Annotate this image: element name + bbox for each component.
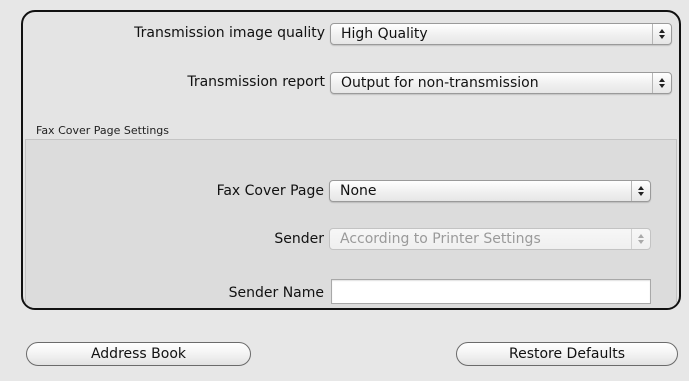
sender-popup: According to Printer Settings <box>329 228 651 250</box>
sender-label: Sender <box>274 231 324 247</box>
transmission-quality-value: High Quality <box>341 26 428 42</box>
fax-settings-panel: Transmission image quality High Quality … <box>21 10 681 310</box>
fax-cover-group-box: Fax Cover Page None Sender According to … <box>25 139 677 308</box>
fax-cover-page-value: None <box>340 183 377 199</box>
restore-defaults-button[interactable]: Restore Defaults <box>456 342 678 366</box>
sender-name-label: Sender Name <box>228 285 324 301</box>
fax-cover-page-popup[interactable]: None <box>329 180 651 202</box>
transmission-quality-popup[interactable]: High Quality <box>330 23 672 45</box>
sender-value: According to Printer Settings <box>340 231 541 247</box>
sender-name-field[interactable] <box>331 279 651 304</box>
transmission-report-label: Transmission report <box>187 74 325 90</box>
transmission-report-popup[interactable]: Output for non-transmission <box>330 72 672 94</box>
address-book-button[interactable]: Address Book <box>26 342 251 366</box>
popup-arrows-icon <box>631 229 650 249</box>
popup-arrows-icon <box>652 24 671 44</box>
fax-cover-page-label: Fax Cover Page <box>216 183 324 199</box>
transmission-report-value: Output for non-transmission <box>341 75 539 91</box>
transmission-quality-label: Transmission image quality <box>134 25 325 41</box>
popup-arrows-icon <box>631 181 650 201</box>
popup-arrows-icon <box>652 73 671 93</box>
fax-cover-section-title: Fax Cover Page Settings <box>36 124 170 137</box>
